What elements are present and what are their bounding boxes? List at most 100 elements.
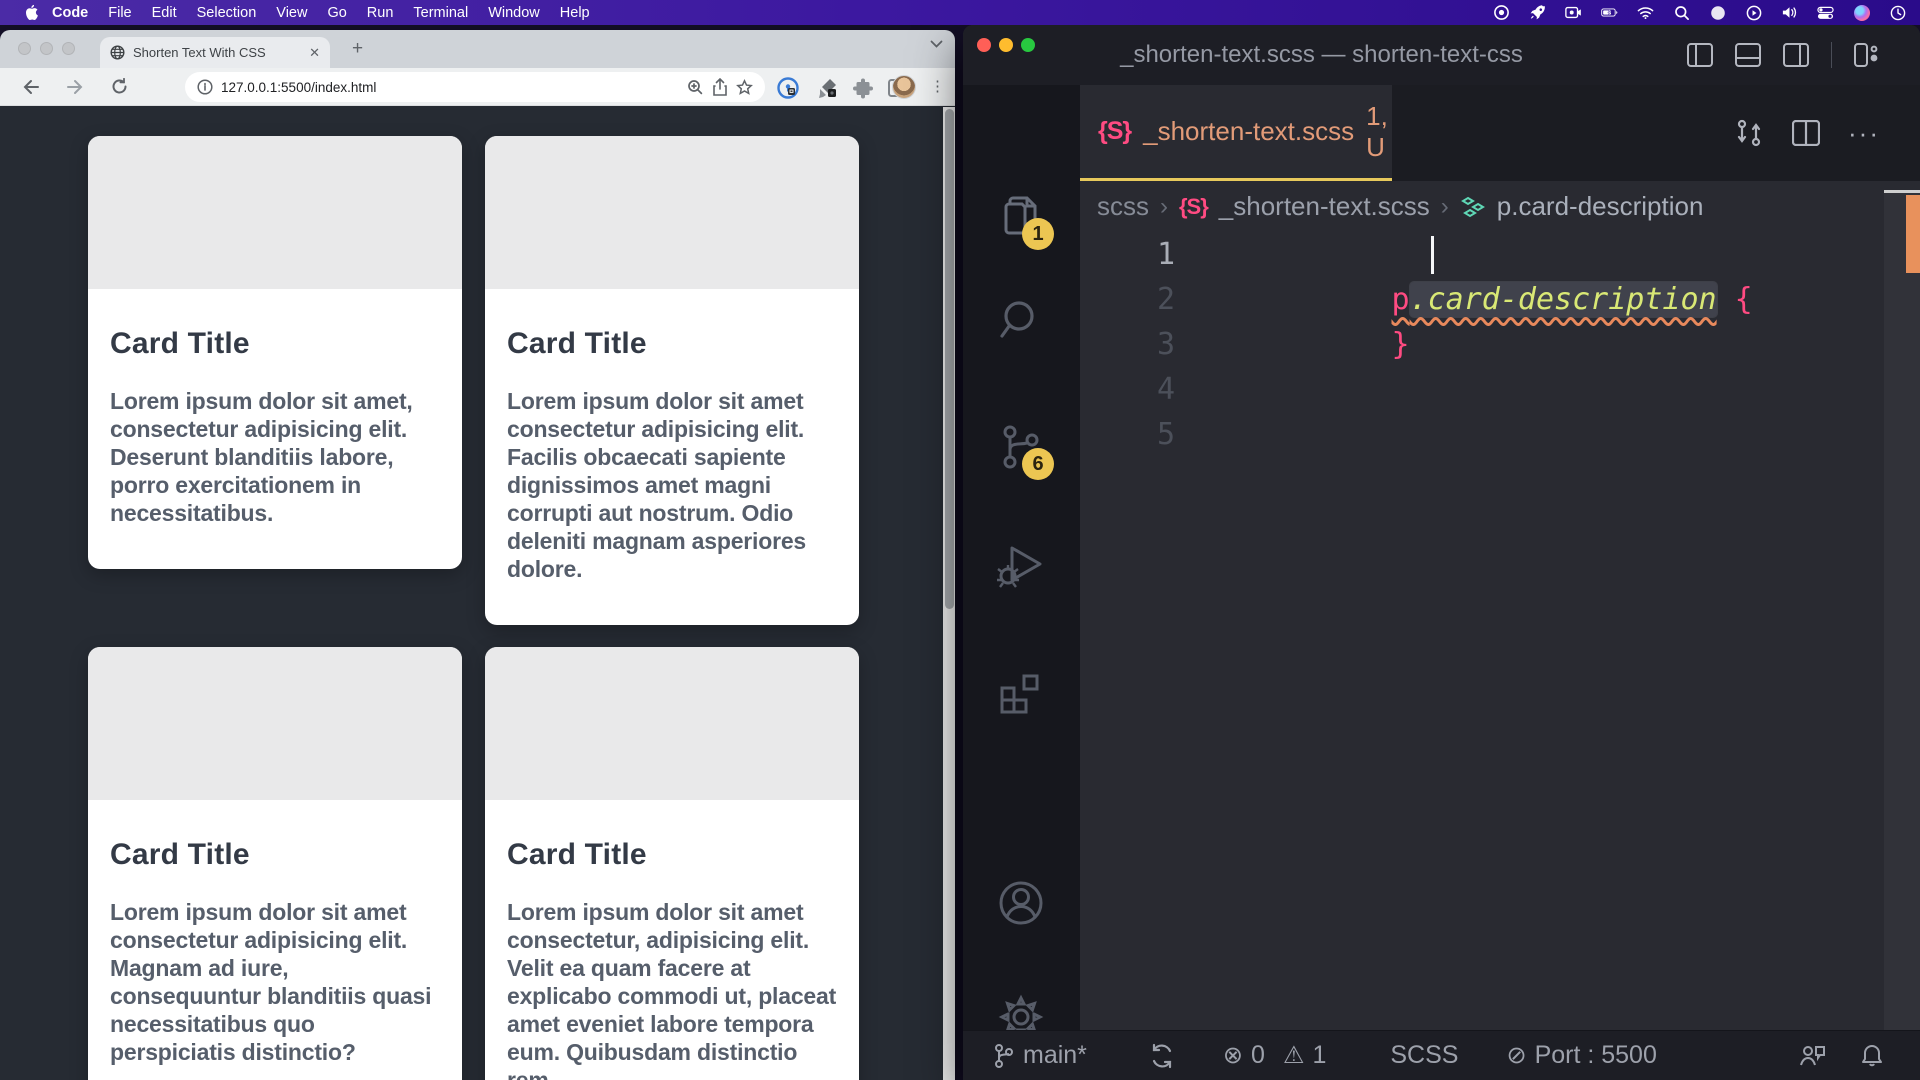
playback-icon[interactable] — [1745, 4, 1762, 21]
card-image-placeholder — [88, 647, 462, 800]
breadcrumb-symbol[interactable]: p.card-description — [1497, 191, 1704, 222]
extensions-puzzle-icon[interactable] — [852, 77, 874, 99]
focus-mode-icon[interactable] — [1709, 4, 1726, 21]
editor-scrollbar[interactable] — [1884, 190, 1920, 1030]
branch-name: main* — [1023, 1041, 1087, 1070]
rocket-icon[interactable] — [1529, 4, 1546, 21]
toggle-panel-icon[interactable] — [1735, 43, 1761, 67]
desktop: { "menu_bar": { "app_name": "Code", "men… — [0, 0, 1920, 1080]
card-grid: Card Title Lorem ipsum dolor sit amet, c… — [88, 136, 860, 1080]
share-icon[interactable] — [712, 78, 728, 96]
apple-logo-icon[interactable] — [16, 4, 46, 21]
volume-icon[interactable] — [1781, 4, 1798, 21]
editor-group: {S} _shorten-text.scss 1, U ··· scss › {… — [1080, 85, 1920, 1030]
siri-icon[interactable] — [1853, 4, 1870, 21]
editor-tab-bar: {S} _shorten-text.scss 1, U ··· — [1080, 85, 1920, 181]
screen-record-icon[interactable] — [1565, 4, 1582, 21]
spotlight-search-icon[interactable] — [1673, 4, 1690, 21]
card-description: Lorem ipsum dolor sit amet consectetur a… — [110, 898, 440, 1066]
menu-item[interactable]: Help — [550, 5, 600, 21]
url-text[interactable]: 127.0.0.1:5500/index.html — [221, 80, 679, 95]
window-close-button[interactable] — [18, 42, 31, 55]
password-manager-extension-icon[interactable] — [777, 77, 799, 99]
menu-item[interactable]: Selection — [187, 5, 267, 21]
window-minimize-button[interactable] — [40, 42, 53, 55]
menu-items: FileEditSelectionViewGoRunTerminalWindow… — [98, 5, 599, 21]
menu-item[interactable]: Terminal — [403, 5, 478, 21]
forward-button[interactable] — [62, 79, 88, 95]
wifi-icon[interactable] — [1637, 4, 1654, 21]
port-label: Port : 5500 — [1535, 1041, 1657, 1070]
breadcrumb-folder[interactable]: scss — [1097, 191, 1149, 222]
split-editor-icon[interactable] — [1792, 120, 1820, 146]
sync-changes-icon[interactable] — [1149, 1043, 1175, 1069]
menu-item[interactable]: View — [266, 5, 317, 21]
code-close-brace-token: } — [1392, 327, 1410, 362]
menu-item[interactable]: Run — [357, 5, 404, 21]
language-mode-item[interactable]: SCSS — [1390, 1041, 1458, 1070]
browser-menu-kebab-icon[interactable]: ⋮ — [930, 77, 945, 95]
run-debug-icon[interactable] — [994, 538, 1048, 592]
tab-problems-decoration: 1, U — [1366, 101, 1388, 163]
reload-button[interactable] — [106, 78, 132, 95]
line-number: 1 — [1080, 232, 1175, 277]
card-description: Lorem ipsum dolor sit amet consectetur, … — [507, 898, 837, 1080]
card-image-placeholder — [485, 647, 859, 800]
breadcrumb-file[interactable]: _shorten-text.scss — [1219, 191, 1430, 222]
vscode-title-bar: _shorten-text.scss — shorten-text-css — [963, 25, 1920, 85]
warning-count: 1 — [1312, 1041, 1326, 1070]
menu-item[interactable]: Window — [478, 5, 550, 21]
notifications-bell-icon[interactable] — [1860, 1043, 1884, 1069]
page-scrollbar-thumb[interactable] — [945, 109, 954, 609]
profile-avatar[interactable] — [892, 75, 916, 99]
menu-item[interactable]: File — [98, 5, 141, 21]
scrollbar-top-line — [1884, 190, 1920, 193]
editor-tab[interactable]: {S} _shorten-text.scss 1, U — [1080, 85, 1392, 181]
control-center-icon[interactable] — [1817, 4, 1834, 21]
browser-toolbar: 127.0.0.1:5500/index.html ⋮ — [0, 68, 955, 106]
feedback-icon[interactable] — [1798, 1043, 1826, 1069]
vscode-window: _shorten-text.scss — shorten-text-css 1 … — [963, 25, 1920, 1080]
live-server-port-item[interactable]: ⊘ Port : 5500 — [1506, 1041, 1656, 1070]
eyedropper-extension-icon[interactable] — [816, 77, 838, 99]
site-info-icon[interactable] — [197, 79, 213, 95]
clock-icon[interactable] — [1889, 4, 1906, 21]
menu-app-name[interactable]: Code — [52, 5, 88, 21]
toggle-primary-sidebar-icon[interactable] — [1687, 43, 1713, 67]
code-line-2[interactable]: } — [1247, 277, 1410, 322]
battery-icon[interactable] — [1601, 4, 1618, 21]
code-editor[interactable]: 12345 p.card-description { } — [1080, 232, 1920, 1030]
code-selector-token: .card-description — [1410, 282, 1717, 317]
browser-window: Shorten Text With CSS ✕ + 127.0.0.1:5500… — [0, 30, 955, 1080]
page-scrollbar[interactable] — [943, 107, 955, 1080]
git-branch-item[interactable]: main* — [993, 1041, 1087, 1070]
line-number: 4 — [1080, 367, 1175, 412]
menu-item[interactable]: Edit — [142, 5, 187, 21]
compare-changes-icon[interactable] — [1734, 118, 1764, 148]
window-zoom-button[interactable] — [62, 42, 75, 55]
port-blocked-icon: ⊘ — [1506, 1041, 1526, 1070]
text-cursor — [1431, 236, 1434, 274]
accounts-icon[interactable] — [994, 876, 1048, 930]
editor-actions-ellipsis-icon[interactable]: ··· — [1848, 118, 1880, 149]
record-icon[interactable] — [1493, 4, 1510, 21]
new-tab-button[interactable]: + — [352, 38, 363, 60]
extensions-icon[interactable] — [994, 666, 1048, 720]
customize-layout-icon[interactable] — [1854, 43, 1880, 67]
browser-tab[interactable]: Shorten Text With CSS ✕ — [100, 37, 330, 68]
address-bar[interactable]: 127.0.0.1:5500/index.html — [185, 72, 765, 102]
tab-close-icon[interactable]: ✕ — [309, 45, 320, 61]
bookmark-star-icon[interactable] — [736, 79, 753, 96]
card-title: Card Title — [507, 327, 837, 361]
zoom-page-icon[interactable] — [687, 79, 704, 96]
search-icon[interactable] — [994, 293, 1048, 347]
line-number: 2 — [1080, 277, 1175, 322]
problems-item[interactable]: ⊗ 0 ⚠ 1 — [1223, 1041, 1326, 1070]
toggle-secondary-sidebar-icon[interactable] — [1783, 43, 1809, 67]
back-button[interactable] — [18, 79, 44, 95]
tab-strip-chevron-icon[interactable] — [930, 40, 943, 48]
tab-filename: _shorten-text.scss — [1143, 116, 1354, 147]
code-line-1[interactable]: p.card-description { — [1247, 232, 1753, 277]
card: Card Title Lorem ipsum dolor sit amet co… — [485, 647, 859, 1080]
menu-item[interactable]: Go — [317, 5, 356, 21]
